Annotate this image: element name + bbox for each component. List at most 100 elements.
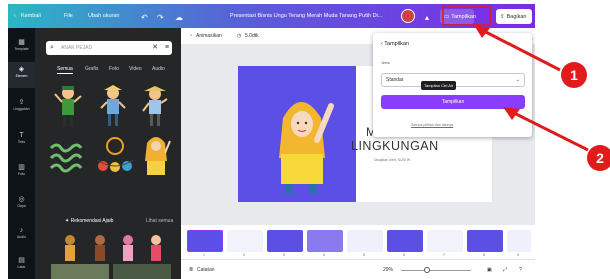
tab-audio[interactable]: Audio [152, 66, 165, 72]
element-thumb-kid-blue[interactable] [99, 84, 127, 128]
slide-thumb[interactable] [467, 230, 503, 252]
recommendation-thumb-1[interactable] [63, 234, 77, 262]
duration-button[interactable]: 5.0dtk [245, 33, 259, 39]
background-icon: ▤ [18, 257, 25, 264]
slide-number: 8 [483, 253, 485, 257]
panel-collapse-handle[interactable] [173, 135, 181, 161]
zoom-value[interactable]: 29% [383, 267, 393, 273]
side-nav: ▦ Template ◈ Elemen ⇪ Unggahan T Teks ▥ Foto … [8, 28, 35, 279]
back-button[interactable]: Kembali [21, 13, 41, 19]
file-menu[interactable]: File [64, 13, 73, 19]
rail-item-uploads[interactable]: ⇪ Unggahan [8, 98, 35, 111]
avatar[interactable] [401, 9, 415, 23]
element-thumb-hijab-girl[interactable] [141, 133, 171, 177]
notes-button[interactable]: Catatan [197, 267, 215, 273]
canva-editor: ‹ Kembali File Ubah ukuran ↶ ↷ ☁ Present… [8, 4, 535, 279]
element-thumb-green-squiggle[interactable] [49, 140, 85, 174]
search-input[interactable]: ⌕ ANAK PEJAD ✕ ≡ [46, 41, 172, 55]
resize-menu[interactable]: Ubah ukuran [88, 13, 120, 19]
more-options-link[interactable]: Semua pilihan dan lainnya [411, 123, 453, 127]
slide-thumb[interactable] [267, 230, 303, 252]
search-icon: ⌕ [50, 44, 54, 51]
slide-number: 6 [403, 253, 405, 257]
tab-graphics[interactable]: Grafis [85, 66, 98, 72]
slide-number: 3 [283, 253, 285, 257]
see-all-link[interactable]: Lihat semua [146, 218, 173, 224]
help-icon[interactable]: ? [519, 267, 522, 273]
annotation-badge-2 [587, 145, 610, 171]
annotation-number-1: 1 [570, 67, 578, 83]
top-bar: ‹ Kembali File Ubah ukuran ↶ ↷ ☁ Present… [8, 4, 535, 28]
slide-thumb[interactable] [307, 230, 343, 252]
photo-icon: ▥ [18, 164, 25, 171]
tab-videos[interactable]: Video [129, 66, 142, 72]
slide-thumb[interactable] [347, 230, 383, 252]
slide-thumb[interactable] [507, 230, 531, 252]
recommendation-thumb-3[interactable] [121, 234, 135, 262]
rail-item-text[interactable]: T Teks [8, 131, 35, 144]
animate-button[interactable]: Animasikan [196, 33, 222, 39]
element-thumb-kid-farmer[interactable] [141, 84, 169, 128]
music-icon: ♪ [19, 227, 24, 234]
share-button[interactable]: ⇪ Bagikan [496, 9, 532, 24]
element-thumb-garland[interactable] [95, 136, 135, 174]
back-chevron-icon[interactable]: ‹ [14, 13, 16, 19]
annotation-badge-1 [561, 62, 587, 88]
cloud-saved-icon: ☁ [175, 13, 183, 22]
recommendation-thumb-4[interactable] [149, 234, 163, 262]
zoom-slider-handle[interactable] [424, 267, 430, 273]
slide-number: 1 [203, 253, 205, 257]
slide-thumb[interactable] [187, 230, 223, 252]
slide-subtitle[interactable]: Disajikan oleh: SUSI W [374, 158, 410, 162]
slide-thumbnails: 1 2 3 4 5 6 7 8 9 [181, 225, 535, 259]
tab-photos[interactable]: Foto [109, 66, 119, 72]
upload-icon: ⇪ [500, 13, 505, 20]
filter-icon[interactable]: ≡ [165, 41, 169, 55]
slide-illustration-hijab-girl[interactable] [271, 88, 341, 198]
document-title[interactable]: Presentasi Bisnis Ungu Terang Merah Muda… [230, 13, 382, 19]
slide-number: 4 [323, 253, 325, 257]
zoom-slider[interactable] [401, 270, 471, 271]
present-type-label: Jenis [381, 61, 390, 65]
annotation-number-2: 2 [596, 150, 604, 166]
notes-icon: ≣ [189, 267, 194, 273]
element-thumb-kid-green[interactable] [53, 84, 83, 130]
analytics-icon[interactable]: ▴ [425, 13, 429, 22]
present-button[interactable]: ▭ Tampilkan [440, 9, 476, 24]
tab-all[interactable]: Semua [57, 66, 73, 74]
undo-icon[interactable]: ↶ [141, 13, 148, 22]
upload-icon: ⇪ [18, 99, 25, 106]
search-value: ANAK PEJAD [61, 45, 93, 51]
elements-icon: ◈ [18, 66, 25, 73]
styles-icon: ◎ [18, 196, 25, 203]
dropdown-header: ‹ Tampilkan [381, 41, 410, 47]
timer-icon: ◷ [237, 33, 242, 39]
rail-item-elements[interactable]: ◈ Elemen [8, 62, 35, 88]
chevron-down-icon: ⌄ [515, 77, 520, 83]
slide-thumb[interactable] [227, 230, 263, 252]
recommendation-title: ✦ Rekomendasi Ajaib [65, 218, 114, 224]
redo-icon[interactable]: ↷ [157, 13, 164, 22]
slide-thumb[interactable] [387, 230, 423, 252]
page-count-icon[interactable]: ▣ [487, 267, 492, 273]
clear-icon[interactable]: ✕ [152, 41, 158, 55]
rail-item-styles[interactable]: ◎ Gaya [8, 195, 35, 208]
text-icon: T [19, 132, 24, 139]
slide-number: 2 [243, 253, 245, 257]
shortcut-tooltip: Tampilan Ctrl Alt [421, 81, 456, 90]
elements-panel: ⌕ ANAK PEJAD ✕ ≡ Semua Grafis Foto Video… [35, 28, 181, 279]
slide-title[interactable]: LINGKUNGAN [351, 139, 439, 153]
template-icon: ▦ [18, 39, 25, 46]
present-confirm-button[interactable]: Tampilkan [381, 95, 525, 109]
rail-item-template[interactable]: ▦ Template [8, 38, 35, 51]
present-dropdown: ‹ Tampilkan Jenis Standar ⌄ Tampilan Ctr… [373, 33, 532, 137]
photo-thumb-2[interactable] [113, 264, 171, 279]
rail-item-photos[interactable]: ▥ Foto [8, 163, 35, 176]
photo-thumb-1[interactable] [51, 264, 109, 279]
rail-item-audio[interactable]: ♪ Audio [8, 226, 35, 239]
rail-item-background[interactable]: ▤ Latar [8, 256, 35, 269]
monitor-icon: ▭ [444, 13, 450, 20]
fullscreen-icon[interactable]: ⤢ [503, 267, 507, 273]
recommendation-thumb-2[interactable] [93, 234, 107, 262]
slide-thumb[interactable] [427, 230, 463, 252]
